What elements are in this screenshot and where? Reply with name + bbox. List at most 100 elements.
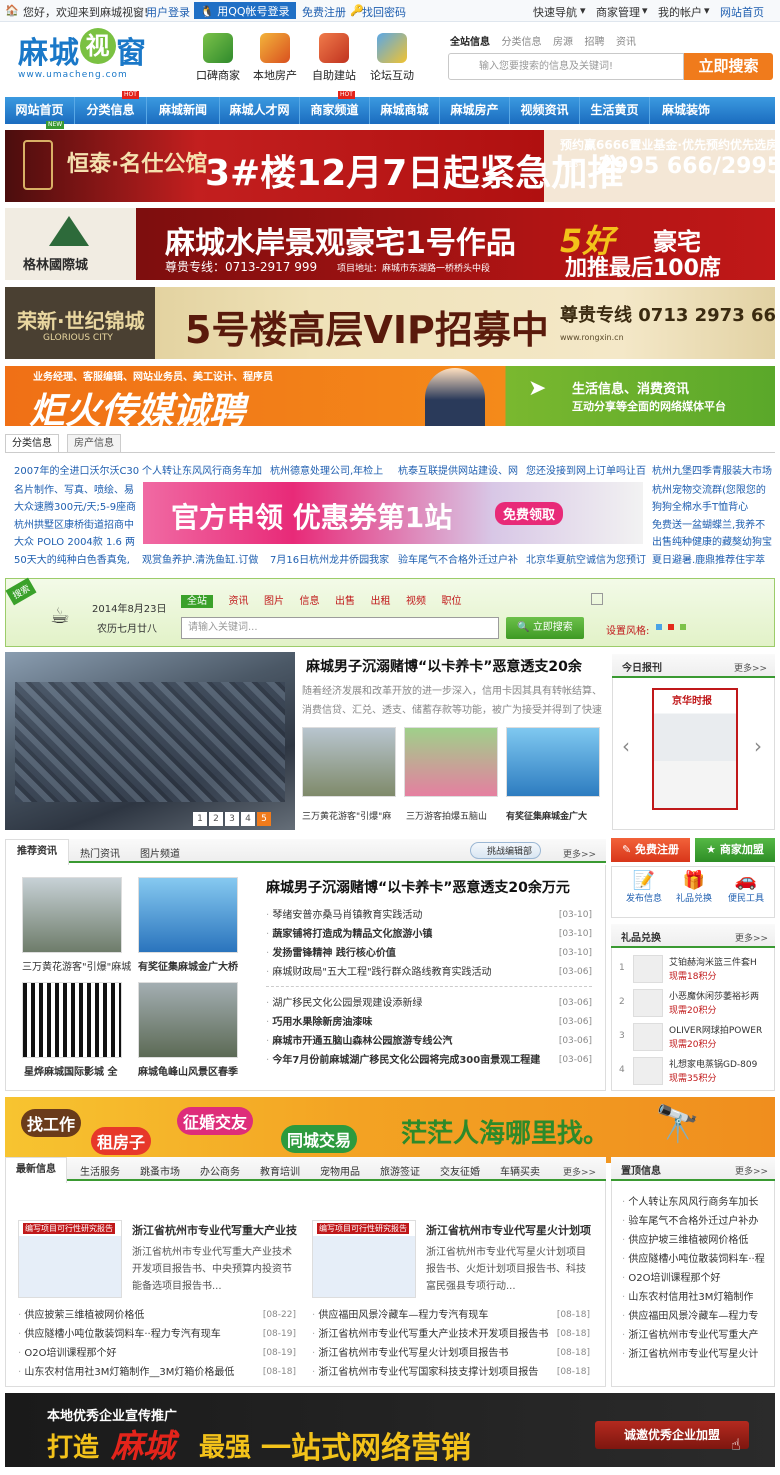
tab-recommend[interactable]: 推荐资讯	[5, 839, 69, 865]
classified-link[interactable]: 杭泰互联提供网站建设、网	[398, 462, 518, 477]
card-image[interactable]: 编写项目可行性研究报告	[18, 1220, 122, 1298]
list-item[interactable]: · 琴绪安普亦桑马肖镇教育实践活动 [03-10]	[266, 906, 592, 925]
gift-exchange-tool[interactable]: 🎁 礼品兑换	[674, 870, 714, 904]
ad-banner-enterprise[interactable]: 本地优秀企业宣传推广 打造 麻城 最强 一站式网络营销 诚邀优秀企业加盟 ☝	[5, 1393, 775, 1467]
searchbar-tab[interactable]: 全站	[181, 595, 213, 608]
join-button[interactable]: 诚邀优秀企业加盟	[595, 1421, 749, 1449]
free-register-button[interactable]: ✎ 免费注册	[611, 838, 690, 862]
recover-password-link[interactable]: 找回密码	[362, 4, 406, 20]
list-item[interactable]: · 蔬家铺将打造成为精品文化旅游小镇 [03-10]	[266, 925, 592, 944]
list-item[interactable]: · 浙江省杭州市专业代写重大产业技术开发项目报告书 [08-18]	[312, 1325, 590, 1344]
search-tab[interactable]: 招聘	[585, 37, 605, 48]
classified-link[interactable]: 50天大的纯种白色香真兔,	[14, 551, 130, 566]
recommend-thumb-caption[interactable]: 星烨麻城国际影城 全	[24, 1063, 117, 1078]
category-tab[interactable]: 旅游签证	[380, 1163, 420, 1178]
classified-link[interactable]: 验车尾气不合格外迁过户补	[398, 551, 518, 566]
classified-link[interactable]: 免费送一盆蝴蝶兰,我养不	[652, 516, 765, 531]
category-tab[interactable]: 办公商务	[200, 1163, 240, 1178]
searchbar-tab[interactable]: 图片	[264, 596, 284, 607]
gift-item[interactable]: 1 艾铂赫洵米篮三件套H 现需18积分	[619, 955, 771, 987]
nav-item[interactable]: 网站首页	[5, 97, 75, 124]
more-link[interactable]: 更多>>	[734, 661, 767, 674]
list-item[interactable]: · 浙江省杭州市专业代写国家科技支撑计划项目报告 [08-18]	[312, 1363, 590, 1382]
classified-link[interactable]: 您还没接到网上订单吗让百	[526, 462, 646, 477]
ad-banner-greenland[interactable]: 格林國際城 麻城水岸景观豪宅1号作品 5好 豪宅 加推最后100席 尊贵专线：0…	[5, 208, 775, 280]
searchbar-button[interactable]: 🔍 立即搜索	[506, 617, 584, 639]
chevron-left-icon[interactable]: ‹	[622, 734, 630, 758]
searchbar-tab[interactable]: 资讯	[229, 596, 249, 607]
search-tab[interactable]: 分类信息	[502, 37, 542, 48]
card-image[interactable]: 编写项目可行性研究报告	[312, 1220, 416, 1298]
searchbar-tab[interactable]: 出售	[335, 596, 355, 607]
quick-link-merchants[interactable]: 口碑商家	[193, 33, 243, 83]
style-swatch-blue[interactable]	[656, 624, 662, 630]
register-link[interactable]: 免费注册	[302, 4, 346, 20]
nav-item[interactable]: 麻城装饰	[650, 97, 722, 124]
nav-item[interactable]: 商家频道	[300, 97, 370, 124]
news-thumb[interactable]	[302, 727, 396, 797]
nav-item[interactable]: 分类信息	[75, 97, 147, 124]
search-input[interactable]: 输入您要搜索的信息及关键词!	[448, 53, 684, 80]
gift-item[interactable]: 3 OLIVER网球拍POWER 现需20积分	[619, 1023, 771, 1055]
classified-link[interactable]: 个人转让东风风行商务车加	[142, 462, 262, 477]
my-account-menu[interactable]: 我的帐户	[658, 4, 702, 20]
main-news-photo[interactable]	[5, 652, 295, 830]
qq-login-button[interactable]: 🐧 用QQ帐号登录	[194, 2, 296, 19]
style-swatch-green[interactable]	[680, 624, 686, 630]
biz-manage-menu[interactable]: 商家管理	[596, 4, 640, 20]
category-tab[interactable]: 交友征婚	[440, 1163, 480, 1178]
classified-link[interactable]: 狗狗全棉水手T恤背心	[652, 498, 748, 513]
recommend-thumb-caption[interactable]: 三万黄花游客"引爆"麻城	[22, 958, 131, 973]
nav-item[interactable]: 麻城商城	[370, 97, 440, 124]
classified-link[interactable]: 7月16日杭州龙井侨园我家	[270, 551, 389, 566]
tab-classified[interactable]: 分类信息	[5, 434, 59, 452]
ad-banner-hengtai[interactable]: 恒泰·名仕公馆 3#楼12月7日起紧急加推 预约赢6666置业基金·优先预约优先…	[5, 130, 775, 202]
coupon-ad-banner[interactable]: 官方申领 优惠券第1站 免费领取	[143, 482, 643, 544]
recommend-thumb-caption[interactable]: 麻城龟峰山风景区春季	[138, 1063, 238, 1078]
recommend-headline[interactable]: 麻城男子沉溺赌博“以卡养卡”恶意透支20余万元	[266, 877, 570, 897]
searchbar-tab[interactable]: 信息	[300, 596, 320, 607]
list-item[interactable]: · 麻城市开通五脑山森林公园旅游专线公汽 [03-06]	[266, 1032, 592, 1051]
classified-link[interactable]: 夏日避暑.鹿鼎推荐住宇萃	[652, 551, 765, 566]
gift-item[interactable]: 4 礼想家电蒸锅GD-809 现需35积分	[619, 1057, 771, 1089]
convenience-tool[interactable]: 🚗 便民工具	[724, 870, 768, 904]
list-item[interactable]: · O2O培训课程那个好	[622, 1269, 772, 1288]
classified-link[interactable]: 2007年的全进口沃尔沃C30	[14, 462, 139, 477]
card-title[interactable]: 浙江省杭州市专业代写重大产业技	[132, 1222, 297, 1238]
list-item[interactable]: · 湖广移民文化公园景观建设添新绿 [03-06]	[266, 994, 592, 1013]
thumb-caption[interactable]: 有奖征集麻城金广大	[506, 809, 587, 822]
quick-link-sitebuilder[interactable]: 自助建站	[309, 33, 359, 83]
classified-link[interactable]: 杭州德意处理公司,年检上	[270, 462, 383, 477]
list-item[interactable]: · 发扬雷锋精神 践行核心价值 [03-10]	[266, 944, 592, 963]
category-tab[interactable]: 教育培训	[260, 1163, 300, 1178]
ad-banner-recruit[interactable]: 业务经理、客服编辑、网站业务员、美工设计、程序员 炬火传媒诚聘 ➤ 生活信息、消…	[5, 366, 775, 426]
publish-info-tool[interactable]: 📝 发布信息	[624, 870, 664, 904]
classified-link[interactable]: 杭州九堡四季青服装大市场	[652, 462, 772, 477]
list-item[interactable]: · 今年7月份前麻城湖广移民文化公园将完成300亩景观工程建 [03-06]	[266, 1051, 592, 1070]
card-title[interactable]: 浙江省杭州市专业代写星火计划项	[426, 1222, 591, 1238]
list-item[interactable]: · 供应隧槽小吨位散装饲料车··程	[622, 1250, 772, 1269]
searchbar-tab[interactable]: 出租	[371, 596, 391, 607]
list-item[interactable]: · 供应福田风景冷藏车—程力专	[622, 1307, 772, 1326]
search-tab[interactable]: 全站信息	[450, 37, 490, 48]
list-item[interactable]: · 验车尾气不合格外迁过户补办	[622, 1212, 772, 1231]
list-item[interactable]: · 供应福田风景冷藏车—程力专汽有现车 [08-18]	[312, 1306, 590, 1325]
ad-banner-findpeople[interactable]: 找工作 租房子 征婚交友 同城交易 茫茫人海哪里找。 🔭	[5, 1097, 775, 1163]
pager-dot[interactable]: 4	[241, 812, 255, 826]
challenge-editor-button[interactable]: 挑战编辑部	[470, 842, 542, 859]
site-logo[interactable]: 麻城视窗 www.umacheng.com	[18, 28, 168, 83]
category-tab[interactable]: 车辆买卖	[500, 1163, 540, 1178]
recommend-thumb[interactable]	[22, 877, 122, 953]
list-item[interactable]: · 巧用水果除新房油漆味 [03-06]	[266, 1013, 592, 1032]
ad-banner-rongxin[interactable]: 荣新·世纪锦城 GLORIOUS CITY 5号楼高层VIP招募中 尊贵专线 0…	[5, 287, 775, 359]
pager-dot[interactable]: 2	[209, 812, 223, 826]
search-tab[interactable]: 资讯	[616, 37, 636, 48]
pager-dot[interactable]: 1	[193, 812, 207, 826]
classified-link[interactable]: 出售纯种健康的藏獒幼狗宝	[652, 533, 772, 548]
searchbar-tab[interactable]: 视频	[406, 596, 426, 607]
tab-pictures[interactable]: 图片频道	[140, 845, 180, 860]
recommend-thumb[interactable]	[138, 877, 238, 953]
list-item[interactable]: · 供应护坡三维植被网价格低	[622, 1231, 772, 1250]
list-item[interactable]: · 山东农村信用社3M灯箱制作__3M灯箱价格最低 [08-18]	[18, 1363, 296, 1382]
news-thumb[interactable]	[404, 727, 498, 797]
